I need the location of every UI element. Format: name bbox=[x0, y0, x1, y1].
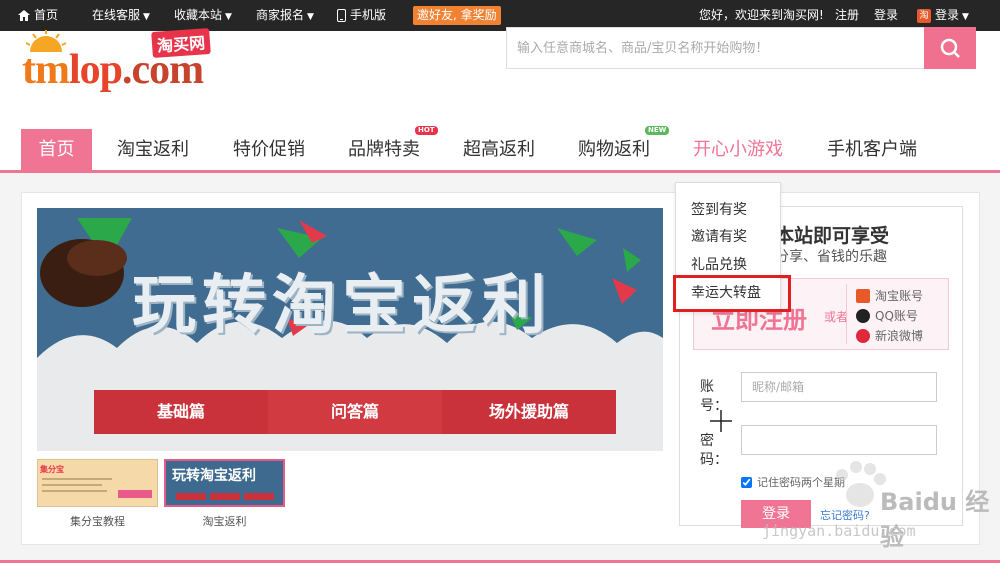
search-box bbox=[506, 27, 926, 69]
taobao-icon bbox=[856, 288, 870, 303]
thumbnail-bar bbox=[210, 493, 240, 500]
nav-item-taobao-rebate[interactable]: 淘宝返利 bbox=[108, 129, 198, 170]
thumbnail-logo: 集分宝 bbox=[40, 465, 64, 474]
watermark-url: jingyan.baidu.com bbox=[762, 522, 916, 540]
qq-icon bbox=[856, 308, 870, 323]
phone-icon bbox=[337, 9, 346, 22]
divider bbox=[846, 284, 847, 344]
nav-item-games[interactable]: 开心小游戏 bbox=[684, 129, 792, 170]
thumbnail-label[interactable]: 集分宝教程 bbox=[37, 513, 158, 529]
login-panel-title: 本站即可享受 bbox=[775, 225, 890, 247]
dropdown-item-invite[interactable]: 邀请有奖 bbox=[691, 226, 747, 246]
dropdown-item-gift[interactable]: 礼品兑换 bbox=[691, 254, 747, 274]
nav-item-home[interactable]: 首页 bbox=[21, 129, 92, 170]
thumbnail-bar bbox=[176, 493, 206, 500]
taobao-account-login[interactable]: 淘宝账号 bbox=[856, 287, 923, 304]
thumbnail-taobao-rebate[interactable]: 玩转淘宝返利 bbox=[164, 459, 285, 507]
account-input[interactable] bbox=[741, 372, 937, 402]
caret-down-icon: ▼ bbox=[307, 12, 314, 22]
outside-help-button[interactable]: 场外援助篇 bbox=[442, 390, 616, 434]
main-nav: 首页 淘宝返利 特价促销 品牌特卖 HOT 超高返利 购物返利 NEW 开心小游戏 … bbox=[0, 126, 1000, 173]
thumbnail-button-graphic bbox=[118, 490, 152, 498]
thumbnail-title: 玩转淘宝返利 bbox=[172, 468, 256, 484]
thumbnail-line bbox=[42, 478, 112, 480]
nav-item-special-sale[interactable]: 特价促销 bbox=[224, 129, 314, 170]
password-label: 密码： bbox=[700, 433, 728, 468]
search-icon bbox=[940, 38, 960, 58]
weibo-login[interactable]: 新浪微博 bbox=[856, 327, 923, 344]
thumbnail-jifenbao[interactable]: 集分宝 bbox=[37, 459, 158, 507]
caret-down-icon: ▼ bbox=[225, 12, 232, 22]
thumbnail-line bbox=[42, 484, 102, 486]
faq-button[interactable]: 问答篇 bbox=[268, 390, 442, 434]
crosshair-cursor-icon bbox=[710, 410, 732, 432]
merchant-menu[interactable]: 商家报名 ▼ bbox=[256, 0, 314, 31]
logo-wordmark: tmlop.com bbox=[22, 47, 204, 93]
dropdown-item-signin[interactable]: 签到有奖 bbox=[691, 199, 747, 219]
password-input[interactable] bbox=[741, 425, 937, 455]
search-input[interactable] bbox=[507, 28, 925, 68]
or-text: 或者 bbox=[824, 310, 849, 324]
new-badge: NEW bbox=[645, 126, 670, 135]
nav-item-mobile-client[interactable]: 手机客户端 bbox=[818, 129, 926, 170]
login-panel-subtitle: 分享、省钱的乐趣 bbox=[775, 249, 887, 265]
mobile-link[interactable]: 手机版 bbox=[337, 0, 386, 31]
hot-badge: HOT bbox=[415, 126, 438, 135]
invite-promo-button[interactable]: 邀好友, 拿奖励 bbox=[413, 6, 501, 25]
search-button[interactable] bbox=[924, 27, 976, 69]
weibo-icon bbox=[856, 328, 870, 343]
qq-account-login[interactable]: QQ账号 bbox=[856, 307, 918, 324]
nav-item-brand-sale[interactable]: 品牌特卖 HOT bbox=[339, 126, 438, 170]
watermark-text: Baidu 经验 bbox=[880, 488, 990, 551]
thumbnail-bar bbox=[244, 493, 274, 500]
caret-down-icon: ▼ bbox=[143, 12, 150, 22]
banner-title: 玩转淘宝返利 bbox=[132, 269, 552, 343]
remember-checkbox[interactable] bbox=[741, 476, 752, 488]
thumbnail-line bbox=[42, 490, 107, 492]
taobao-icon: 淘 bbox=[917, 8, 931, 23]
thumbnail-label[interactable]: 淘宝返利 bbox=[164, 513, 285, 529]
site-logo[interactable]: 淘买网 tmlop.com bbox=[22, 24, 242, 93]
nav-item-shopping-rebate[interactable]: 购物返利 NEW bbox=[569, 126, 670, 170]
home-icon bbox=[18, 10, 30, 21]
highlight-box bbox=[673, 275, 791, 312]
basics-button[interactable]: 基础篇 bbox=[94, 390, 268, 434]
nav-item-high-rebate[interactable]: 超高返利 bbox=[454, 129, 544, 170]
caret-down-icon: ▼ bbox=[962, 12, 969, 22]
